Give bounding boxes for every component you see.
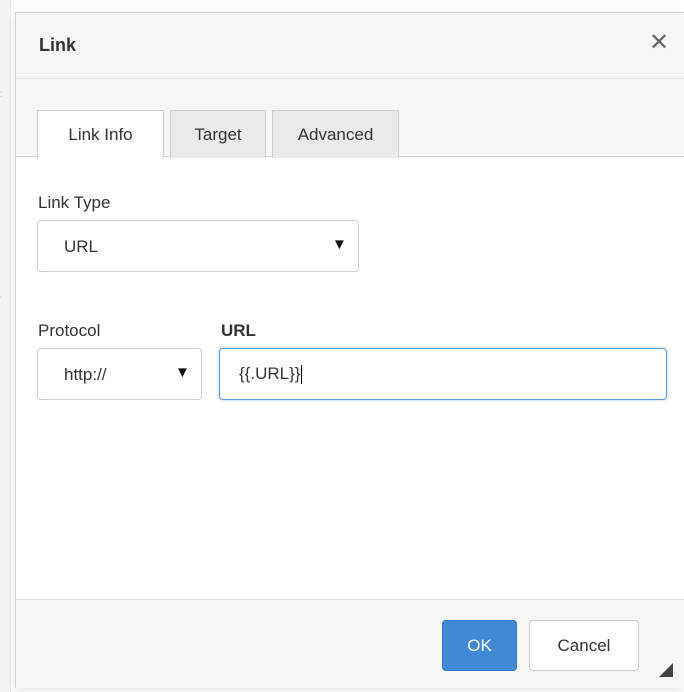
url-label: URL (221, 321, 256, 340)
background-mark: ' (0, 295, 2, 306)
background-mark: : (0, 89, 3, 100)
dropdown-arrow-icon: ▼ (175, 364, 190, 381)
dialog-title: Link (39, 35, 77, 55)
cancel-button[interactable]: Cancel (529, 620, 639, 671)
protocol-label: Protocol (38, 321, 101, 340)
tab-link-info[interactable]: Link Info (37, 110, 164, 158)
link-type-selected-value: URL (64, 237, 99, 256)
dropdown-arrow-icon: ▼ (332, 236, 347, 253)
dialog-footer: OK Cancel (16, 599, 684, 688)
tab-strip: Link Info Target Advanced (16, 79, 684, 158)
link-type-label: Link Type (38, 193, 111, 212)
url-input-value: {{.URL}} (239, 364, 303, 385)
background-page-edge (0, 0, 11, 692)
dialog-title-bar: Link ✕ (16, 13, 684, 79)
link-type-select[interactable]: URL ▼ (37, 220, 359, 272)
close-icon[interactable]: ✕ (647, 31, 671, 55)
ok-button[interactable]: OK (442, 620, 517, 671)
protocol-selected-value: http:// (64, 365, 107, 384)
protocol-select[interactable]: http:// ▼ (37, 348, 202, 400)
resize-handle-icon[interactable] (659, 663, 673, 677)
tab-target[interactable]: Target (170, 110, 266, 158)
tab-advanced[interactable]: Advanced (272, 110, 399, 158)
link-dialog: Link ✕ Link Info Target Advanced Link Ty… (15, 12, 684, 688)
url-input[interactable]: {{.URL}} (219, 348, 667, 400)
